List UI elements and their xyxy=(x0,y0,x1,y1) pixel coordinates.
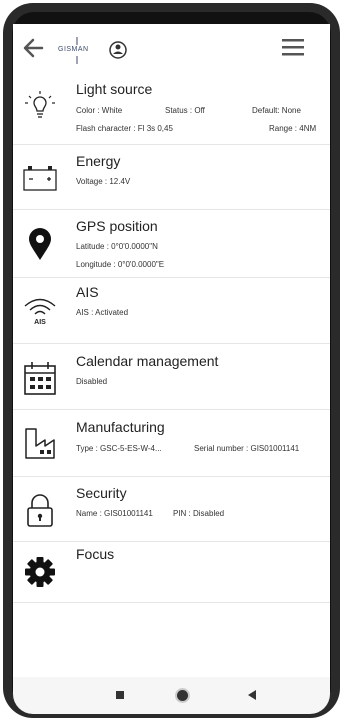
manufacturing-type: Type : GSC-5-ES-W-4... xyxy=(76,444,162,453)
focus-title: Focus xyxy=(76,546,115,562)
list-item-gps-position[interactable]: GPS position Latitude : 0°0'0.0000"N Lon… xyxy=(13,210,330,278)
calendar-state: Disabled xyxy=(76,377,108,386)
list-item-security[interactable]: Security Name : GIS01001141 PIN : Disabl… xyxy=(13,477,330,542)
gisman-logo: GISMAN xyxy=(55,34,135,68)
ais-icon-label: AIS xyxy=(34,319,46,326)
list-item-calendar-management[interactable]: Calendar management Disabled xyxy=(13,344,330,410)
location-pin-icon xyxy=(29,228,51,260)
gps-latitude: Latitude : 0°0'0.0000"N xyxy=(76,242,158,251)
gps-longitude: Longitude : 0°0'0.0000"E xyxy=(76,260,165,269)
wireless-icon: AIS xyxy=(24,298,56,326)
factory-icon xyxy=(25,428,55,459)
light-range: Range : 4NM xyxy=(269,124,317,133)
triangle-back-icon[interactable] xyxy=(248,690,256,700)
light-source-title: Light source xyxy=(76,81,153,97)
back-arrow-icon[interactable] xyxy=(22,37,44,59)
brand-name: GISMAN xyxy=(58,46,89,53)
list-item-ais[interactable]: AIS AIS AIS : Activated xyxy=(13,278,330,344)
security-name: Name : GIS01001141 xyxy=(76,509,153,518)
manufacturing-serial-number: Serial number : GIS01001141 xyxy=(194,444,300,453)
padlock-icon xyxy=(27,494,53,527)
light-status: Status : Off xyxy=(165,106,205,115)
light-color: Color : White xyxy=(76,106,123,115)
ais-title: AIS xyxy=(76,284,99,300)
calendar-icon xyxy=(24,362,56,395)
security-pin: PIN : Disabled xyxy=(173,509,225,518)
energy-voltage: Voltage : 12.4V xyxy=(76,177,131,186)
gear-icon xyxy=(25,557,55,587)
calendar-title: Calendar management xyxy=(76,353,219,369)
gps-title: GPS position xyxy=(76,218,158,234)
circle-icon[interactable] xyxy=(177,690,188,701)
hamburger-menu-icon[interactable] xyxy=(282,38,304,56)
manufacturing-title: Manufacturing xyxy=(76,419,165,435)
ais-status: AIS : Activated xyxy=(76,308,129,317)
list-item-focus[interactable]: Focus xyxy=(13,542,330,603)
light-flash-character: Flash character : Fl 3s 0,45 xyxy=(76,124,173,133)
battery-icon xyxy=(23,166,57,191)
list-item-manufacturing[interactable]: Manufacturing Type : GSC-5-ES-W-4... Ser… xyxy=(13,410,330,477)
security-title: Security xyxy=(76,485,127,501)
android-navigation-bar xyxy=(13,677,330,714)
app-screen: GISMAN Light source Color : White Status… xyxy=(13,24,330,677)
square-icon[interactable] xyxy=(116,691,124,699)
app-bar: GISMAN xyxy=(13,24,330,72)
list-item-energy[interactable]: Energy Voltage : 12.4V xyxy=(13,145,330,210)
energy-title: Energy xyxy=(76,153,121,169)
list-item-light-source[interactable]: Light source Color : White Status : Off … xyxy=(13,72,330,145)
light-default: Default: None xyxy=(252,106,301,115)
light-bulb-icon xyxy=(25,91,55,118)
